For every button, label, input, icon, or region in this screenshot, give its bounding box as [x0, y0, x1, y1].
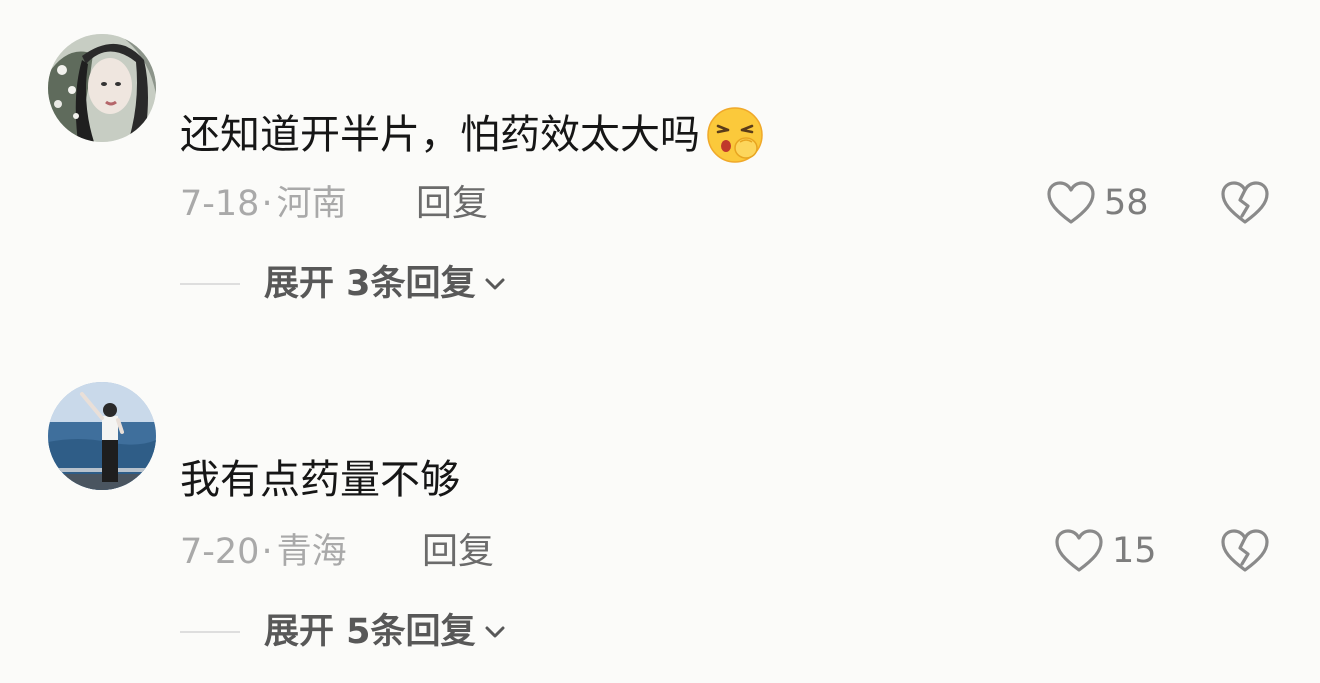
comment-date: 7-18 — [180, 184, 260, 224]
chevron-down-icon — [485, 626, 505, 638]
avatar[interactable] — [48, 382, 156, 490]
comment-body: 还知道开半片，怕药效太大吗 — [180, 112, 700, 158]
reply-button[interactable]: 回复 — [422, 530, 494, 574]
comment-body: 我有点药量不够 — [180, 457, 460, 503]
comment-text: 我有点药量不够 — [180, 456, 460, 504]
avatar-image — [48, 34, 156, 142]
expand-replies-button[interactable]: 展开 3条回复 — [180, 262, 506, 306]
like-count: 15 — [1112, 531, 1157, 571]
comment-list: 还知道开半片，怕药效太大吗 7-18· 河南 回复 58 展开 3条回复 我有点… — [0, 0, 1320, 683]
expand-divider — [180, 631, 240, 633]
dislike-button[interactable] — [1220, 180, 1270, 230]
expand-label: 展开 3条回复 — [264, 264, 476, 304]
like-button[interactable]: 58 — [1046, 180, 1149, 226]
expand-replies-button[interactable]: 展开 5条回复 — [180, 610, 506, 654]
reply-button[interactable]: 回复 — [416, 182, 488, 226]
comment-location: 青海 — [276, 532, 347, 572]
comment-meta: 7-18· 河南 — [180, 182, 347, 226]
comment-text: 还知道开半片，怕药效太大吗 — [180, 106, 764, 164]
comment-location: 河南 — [276, 184, 347, 224]
avatar-image — [48, 382, 156, 490]
chevron-down-icon — [485, 278, 505, 290]
comment-item: 我有点药量不够 7-20· 青海 回复 15 展开 5条回复 — [0, 340, 1320, 683]
meta-separator: · — [261, 184, 273, 224]
comment-meta: 7-20· 青海 — [180, 530, 347, 574]
expand-divider — [180, 283, 240, 285]
like-button[interactable]: 15 — [1054, 528, 1157, 574]
broken-heart-icon — [1221, 181, 1269, 224]
heart-outline-icon — [1055, 529, 1103, 572]
expand-label: 展开 5条回复 — [264, 612, 476, 652]
shushing-face-emoji — [707, 107, 763, 163]
meta-separator: · — [261, 532, 273, 572]
broken-heart-icon — [1221, 529, 1269, 572]
like-count: 58 — [1104, 183, 1149, 223]
dislike-button[interactable] — [1220, 528, 1270, 578]
heart-outline-icon — [1047, 181, 1095, 224]
comment-item: 还知道开半片，怕药效太大吗 7-18· 河南 回复 58 展开 3条回复 — [0, 0, 1320, 340]
comment-date: 7-20 — [180, 532, 260, 572]
avatar[interactable] — [48, 34, 156, 142]
